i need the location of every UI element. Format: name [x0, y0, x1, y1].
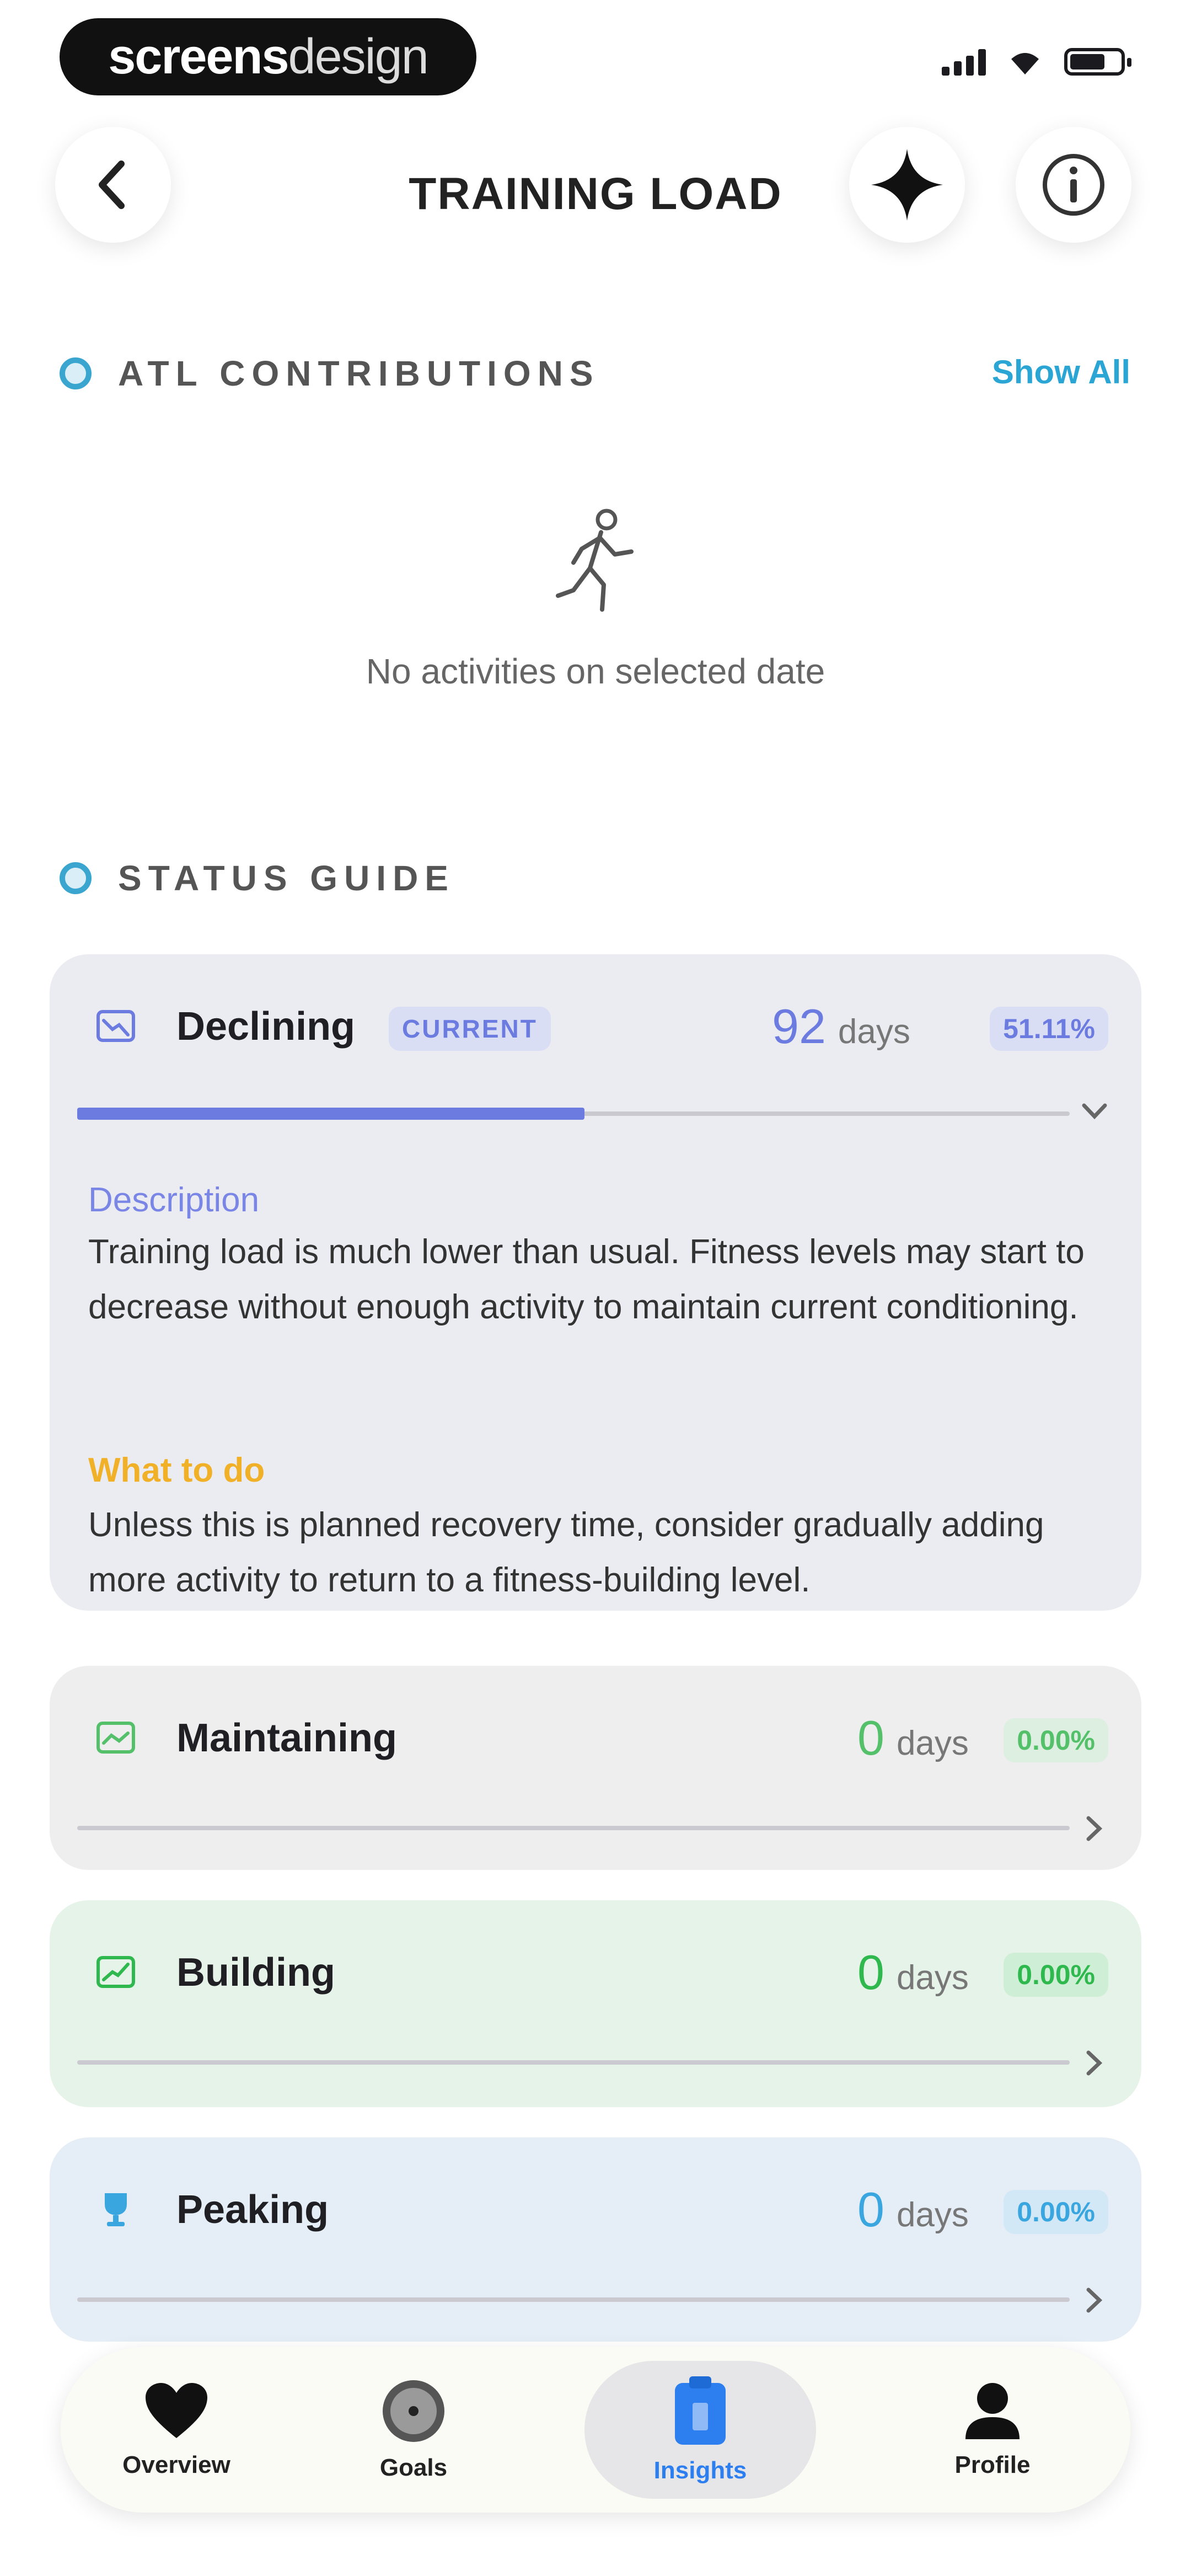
days-unit: days	[896, 1724, 969, 1762]
chevron-right-icon[interactable]	[1078, 1812, 1111, 1845]
chevron-right-icon[interactable]	[1078, 2284, 1111, 2317]
days-number: 92	[772, 999, 826, 1054]
days-unit: days	[896, 2196, 969, 2234]
signal-icon	[942, 48, 986, 76]
percent-badge: 0.00%	[1004, 1718, 1108, 1762]
empty-state-text: No activities on selected date	[366, 651, 825, 691]
percent-badge: 0.00%	[1004, 2190, 1108, 2234]
tab-label: Goals	[379, 2454, 448, 2481]
tab-label: Insights	[653, 2457, 747, 2484]
progress-bar	[77, 1826, 1070, 1830]
maintaining-icon	[94, 1715, 138, 1760]
status-card-declining[interactable]: Declining CURRENT 92 days 51.11% Descrip…	[50, 954, 1141, 1611]
brand-main: screens	[108, 29, 289, 84]
tab-label: Overview	[122, 2451, 230, 2478]
days-unit: days	[896, 1959, 969, 1997]
wifi-icon	[1011, 53, 1039, 74]
status-card-maintaining[interactable]: Maintaining 0 days 0.00%	[50, 1666, 1141, 1870]
show-all-link[interactable]: Show All	[992, 353, 1130, 391]
what-to-do-label: What to do	[88, 1451, 265, 1489]
trophy-icon	[94, 2187, 138, 2231]
what-to-do-text: Unless this is planned recovery time, co…	[88, 1506, 1044, 1599]
section-label: STATUS GUIDE	[118, 858, 455, 898]
declining-icon	[94, 1004, 138, 1048]
percent-badge: 0.00%	[1004, 1953, 1108, 1997]
status-guide-section-header: STATUS GUIDE	[60, 858, 455, 899]
brand-sub: design	[288, 29, 429, 84]
percent-badge: 51.11%	[990, 1007, 1108, 1051]
info-button[interactable]	[1016, 127, 1131, 243]
info-icon	[1043, 154, 1104, 216]
status-card-building[interactable]: Building 0 days 0.00%	[50, 1900, 1141, 2107]
sparkle-icon	[871, 149, 943, 221]
days-number: 0	[857, 1711, 884, 1765]
days-count: 92 days	[772, 998, 910, 1055]
person-icon	[965, 2383, 1020, 2439]
tab-insights[interactable]: Insights	[584, 2347, 816, 2513]
tab-profile[interactable]: Profile	[877, 2347, 1108, 2513]
tab-label: Profile	[954, 2451, 1031, 2478]
card-title: Building	[176, 1950, 335, 1995]
target-icon	[383, 2380, 444, 2442]
description-label: Description	[88, 1181, 260, 1219]
card-title: Declining	[176, 1004, 356, 1049]
section-dot-icon	[60, 862, 92, 894]
top-header: TRAINING LOAD	[0, 127, 1191, 259]
status-icons	[942, 47, 1131, 76]
chevron-down-icon[interactable]	[1078, 1095, 1111, 1128]
card-title: Peaking	[176, 2188, 329, 2232]
description-text: Training load is much lower than usual. …	[88, 1233, 1085, 1326]
ai-sparkle-button[interactable]	[849, 127, 965, 243]
heart-icon	[146, 2383, 207, 2438]
days-count: 0 days	[857, 2182, 969, 2238]
status-bar: screens design	[0, 0, 1191, 110]
progress-bar	[77, 1108, 1070, 1120]
atl-section-header: ATL CONTRIBUTIONS	[60, 353, 600, 394]
clipboard-icon	[675, 2376, 726, 2445]
status-card-peaking[interactable]: Peaking 0 days 0.00%	[50, 2137, 1141, 2342]
days-number: 0	[857, 2182, 884, 2237]
card-title: Maintaining	[176, 1716, 397, 1760]
battery-icon	[1064, 48, 1131, 76]
brand-logo: screens design	[60, 18, 476, 95]
progress-fill	[77, 1108, 584, 1120]
chevron-right-icon[interactable]	[1078, 2046, 1111, 2080]
tab-overview[interactable]: Overview	[61, 2347, 292, 2513]
days-unit: days	[838, 1013, 910, 1051]
days-count: 0 days	[857, 1710, 969, 1766]
running-person-icon	[551, 507, 640, 615]
building-icon	[94, 1950, 138, 1994]
days-count: 0 days	[857, 1944, 969, 2001]
section-label: ATL CONTRIBUTIONS	[118, 354, 600, 393]
progress-bar	[77, 2297, 1070, 2302]
days-number: 0	[857, 1945, 884, 2000]
tab-goals[interactable]: Goals	[298, 2347, 529, 2513]
page-title: TRAINING LOAD	[409, 169, 782, 219]
bottom-tab-bar: Overview Goals Insights Profile	[61, 2347, 1130, 2513]
section-dot-icon	[60, 357, 92, 389]
progress-bar	[77, 2060, 1070, 2065]
current-badge: CURRENT	[389, 1007, 551, 1051]
